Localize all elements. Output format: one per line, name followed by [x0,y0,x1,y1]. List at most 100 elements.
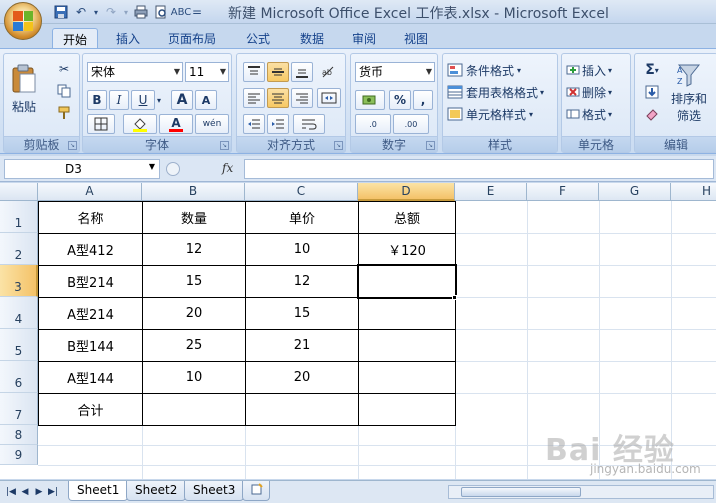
tab-view[interactable]: 视图 [394,28,438,49]
cell-d2[interactable]: ￥120 [359,234,455,265]
cell-a3[interactable]: B型214 [39,266,142,297]
insert-cells-button[interactable]: 插入 ▾ [566,60,628,80]
font-launcher-icon[interactable]: ↘ [220,141,229,150]
cell-b3[interactable]: 15 [143,266,245,297]
cell-a6[interactable]: A型144 [39,362,142,393]
undo-dropdown-icon[interactable]: ▾ [92,3,100,21]
undo-icon[interactable]: ↶ [72,3,90,21]
column-header-b[interactable]: B [142,183,245,201]
underline-dropdown-icon[interactable]: ▾ [155,94,163,106]
increase-indent-icon[interactable] [267,114,289,134]
cell-a1[interactable]: 名称 [39,202,142,233]
sheet-tab-1[interactable]: Sheet1 [68,481,129,501]
cell-b1[interactable]: 数量 [143,202,245,233]
formula-input[interactable] [244,159,714,179]
cell-c1[interactable]: 单价 [246,202,358,233]
cell-a5[interactable]: B型144 [39,330,142,361]
merge-center-icon[interactable] [317,88,341,108]
cell-d1[interactable]: 总额 [359,202,455,233]
insert-sheet-button[interactable] [242,481,270,501]
row-header-5[interactable]: 5 [0,329,38,361]
orientation-icon[interactable]: ab [317,62,341,82]
row-header-7[interactable]: 7 [0,393,38,425]
font-name-dropdown[interactable]: 宋体 ▼ [87,62,183,82]
fill-button[interactable] [639,82,665,102]
cell-c5[interactable]: 21 [246,330,358,361]
autosum-button[interactable]: Σ ▾ [639,60,665,80]
cell-c3[interactable]: 12 [246,266,358,297]
tab-page-layout[interactable]: 页面布局 [158,28,226,49]
cell-b5[interactable]: 25 [143,330,245,361]
column-header-c[interactable]: C [245,183,358,201]
last-sheet-icon[interactable]: ▶| [46,485,60,499]
sheet-tab-2[interactable]: Sheet2 [126,481,187,501]
cell-c2[interactable]: 10 [246,234,358,265]
phonetic-button[interactable]: wén [195,114,229,134]
select-all-button[interactable] [0,183,38,201]
office-button[interactable] [4,2,42,40]
cell-b4[interactable]: 20 [143,298,245,329]
cell-a4[interactable]: A型214 [39,298,142,329]
fill-handle[interactable] [452,295,457,300]
font-color-button[interactable]: A [159,114,193,134]
align-left-icon[interactable] [243,88,265,108]
next-sheet-icon[interactable]: ▶ [32,485,46,499]
cell-c4[interactable]: 15 [246,298,358,329]
alignment-launcher-icon[interactable]: ↘ [334,141,343,150]
horizontal-scrollbar[interactable] [448,485,714,499]
spelling-icon[interactable]: ABC [171,3,192,21]
italic-button[interactable]: I [109,90,129,110]
cell-b2[interactable]: 12 [143,234,245,265]
tab-home[interactable]: 开始 [52,28,99,49]
tab-review[interactable]: 审阅 [342,28,386,49]
number-launcher-icon[interactable]: ↘ [426,141,435,150]
format-cells-button[interactable]: 格式 ▾ [566,104,628,124]
grow-font-button[interactable]: A [171,90,193,110]
fill-color-button[interactable] [123,114,157,134]
row-header-3[interactable]: 3 [0,265,38,297]
borders-button[interactable] [87,114,115,134]
prev-sheet-icon[interactable]: ◀ [18,485,32,499]
column-header-a[interactable]: A [38,183,142,201]
percent-button[interactable]: % [389,90,411,110]
column-header-d[interactable]: D [358,183,455,201]
format-painter-icon[interactable] [54,104,74,122]
row-header-4[interactable]: 4 [0,297,38,329]
tab-formulas[interactable]: 公式 [236,28,280,49]
conditional-formatting-button[interactable]: 条件格式 ▾ [447,60,555,80]
bold-button[interactable]: B [87,90,107,110]
delete-cells-button[interactable]: 删除 ▾ [566,82,628,102]
active-cell-selection[interactable] [357,264,457,299]
column-header-e[interactable]: E [455,183,527,201]
decrease-indent-icon[interactable] [243,114,265,134]
print-preview-icon[interactable] [152,3,170,21]
clipboard-launcher-icon[interactable]: ↘ [68,141,77,150]
column-header-g[interactable]: G [599,183,671,201]
row-header-9[interactable]: 9 [0,445,38,465]
row-header-8[interactable]: 8 [0,425,38,445]
row-header-2[interactable]: 2 [0,233,38,265]
cut-icon[interactable]: ✂ [54,60,74,78]
cell-styles-button[interactable]: 单元格样式 ▾ [447,104,555,124]
scrollbar-thumb[interactable] [461,487,581,497]
shrink-font-button[interactable]: A [195,90,217,110]
qat-customize-icon[interactable]: = [192,3,202,21]
cell-b6[interactable]: 10 [143,362,245,393]
print-icon[interactable] [132,3,150,21]
underline-button[interactable]: U [131,90,155,110]
insert-function-icon[interactable]: fx [222,161,233,175]
tab-data[interactable]: 数据 [290,28,334,49]
save-icon[interactable] [52,3,70,21]
format-as-table-button[interactable]: 套用表格格式 ▾ [447,82,557,102]
align-middle-icon[interactable] [267,62,289,82]
accounting-format-icon[interactable] [355,90,385,110]
align-right-icon[interactable] [291,88,313,108]
decrease-decimal-button[interactable]: .00 [393,114,429,134]
wrap-text-icon[interactable] [293,114,325,134]
column-header-h[interactable]: H [671,183,716,201]
name-box[interactable]: D3 ▼ [4,159,160,179]
align-center-icon[interactable] [267,88,289,108]
comma-button[interactable]: , [413,90,433,110]
copy-icon[interactable] [54,82,74,100]
cell-a7[interactable]: 合计 [39,394,142,425]
